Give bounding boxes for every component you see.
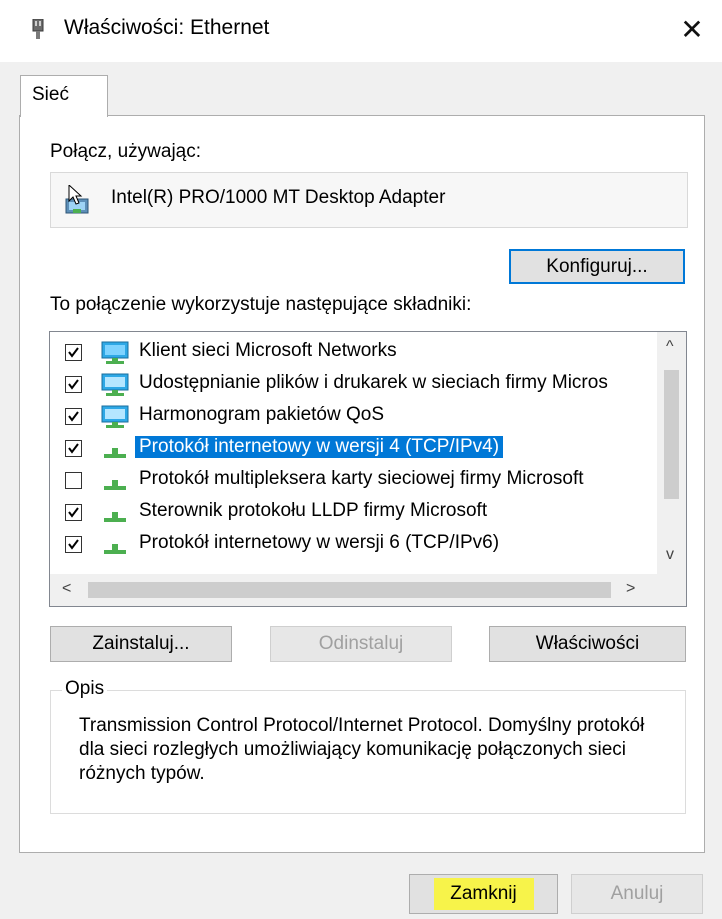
vertical-scrollbar[interactable]: ^ v xyxy=(657,332,686,574)
tab-network[interactable]: Sieć xyxy=(20,75,108,117)
connect-using-label: Połącz, używając: xyxy=(50,141,202,162)
checkbox[interactable] xyxy=(65,376,82,393)
horizontal-scroll-thumb[interactable] xyxy=(88,582,611,598)
checkbox[interactable] xyxy=(65,504,82,521)
list-item[interactable]: Harmonogram pakietów QoS xyxy=(50,400,656,432)
close-icon[interactable]: ✕ xyxy=(672,10,712,50)
network-protocol-icon xyxy=(104,480,126,490)
ethernet-icon xyxy=(32,19,44,39)
check-icon xyxy=(68,379,79,390)
check-icon xyxy=(68,539,79,550)
list-item-label: Udostępnianie plików i drukarek w siecia… xyxy=(139,372,608,393)
checkbox[interactable] xyxy=(65,408,82,425)
list-item[interactable]: Udostępnianie plików i drukarek w siecia… xyxy=(50,368,656,400)
list-item[interactable]: Klient sieci Microsoft Networks xyxy=(50,336,656,368)
scroll-right-icon[interactable]: > xyxy=(626,580,635,598)
vertical-scroll-thumb[interactable] xyxy=(664,370,679,499)
network-adapter-icon xyxy=(65,185,89,214)
description-legend: Opis xyxy=(62,678,108,700)
list-item-label: Klient sieci Microsoft Networks xyxy=(139,340,397,361)
tab-network-label: Sieć xyxy=(32,84,69,105)
configure-button[interactable]: Konfiguruj... xyxy=(509,249,685,284)
list-item-label: Harmonogram pakietów QoS xyxy=(139,404,384,425)
window-title: Właściwości: Ethernet xyxy=(64,16,270,39)
check-icon xyxy=(68,347,79,358)
checkbox[interactable] xyxy=(65,536,82,553)
list-item[interactable]: Protokół internetowy w wersji 6 (TCP/IPv… xyxy=(50,528,656,560)
list-item-label: Protokół internetowy w wersji 4 (TCP/IPv… xyxy=(135,436,504,458)
adapter-name: Intel(R) PRO/1000 MT Desktop Adapter xyxy=(111,187,446,208)
title-bar: Właściwości: Ethernet ✕ xyxy=(0,0,722,62)
network-protocol-icon xyxy=(104,448,126,458)
uninstall-button[interactable]: Odinstaluj xyxy=(270,626,452,662)
scroll-left-icon[interactable]: < xyxy=(62,580,71,598)
network-protocol-icon xyxy=(104,544,126,554)
network-service-icon xyxy=(101,373,129,396)
description-text: Transmission Control Protocol/Internet P… xyxy=(79,715,645,784)
scroll-down-icon[interactable]: v xyxy=(666,546,674,564)
list-item-label: Protokół internetowy w wersji 6 (TCP/IPv… xyxy=(139,532,500,553)
check-icon xyxy=(68,443,79,454)
adapter-box: Intel(R) PRO/1000 MT Desktop Adapter xyxy=(50,172,688,228)
close-button-label: Zamknij xyxy=(450,883,517,904)
list-item[interactable]: Protokół multipleksera karty sieciowej f… xyxy=(50,464,656,496)
close-button[interactable]: Zamknij xyxy=(409,874,558,914)
list-item-selected[interactable]: Protokół internetowy w wersji 4 (TCP/IPv… xyxy=(50,432,656,464)
check-icon xyxy=(68,507,79,518)
check-icon xyxy=(68,411,79,422)
checkbox[interactable] xyxy=(65,440,82,457)
cancel-button[interactable]: Anuluj xyxy=(571,874,703,914)
properties-button[interactable]: Właściwości xyxy=(489,626,686,662)
components-list[interactable]: Klient sieci Microsoft Networks Udostępn… xyxy=(49,331,687,607)
horizontal-scrollbar[interactable]: < > xyxy=(50,574,686,606)
scroll-up-icon[interactable]: ^ xyxy=(666,338,674,356)
checkbox[interactable] xyxy=(65,472,82,489)
network-client-icon xyxy=(101,341,129,364)
network-protocol-icon xyxy=(104,512,126,522)
components-label: To połączenie wykorzystuje następujące s… xyxy=(50,294,472,315)
list-item-label: Sterownik protokołu LLDP firmy Microsoft xyxy=(139,500,488,521)
install-button[interactable]: Zainstaluj... xyxy=(50,626,232,662)
list-item-label: Protokół multipleksera karty sieciowej f… xyxy=(139,468,584,489)
checkbox[interactable] xyxy=(65,344,82,361)
network-service-icon xyxy=(101,405,129,428)
list-item[interactable]: Sterownik protokołu LLDP firmy Microsoft xyxy=(50,496,656,528)
